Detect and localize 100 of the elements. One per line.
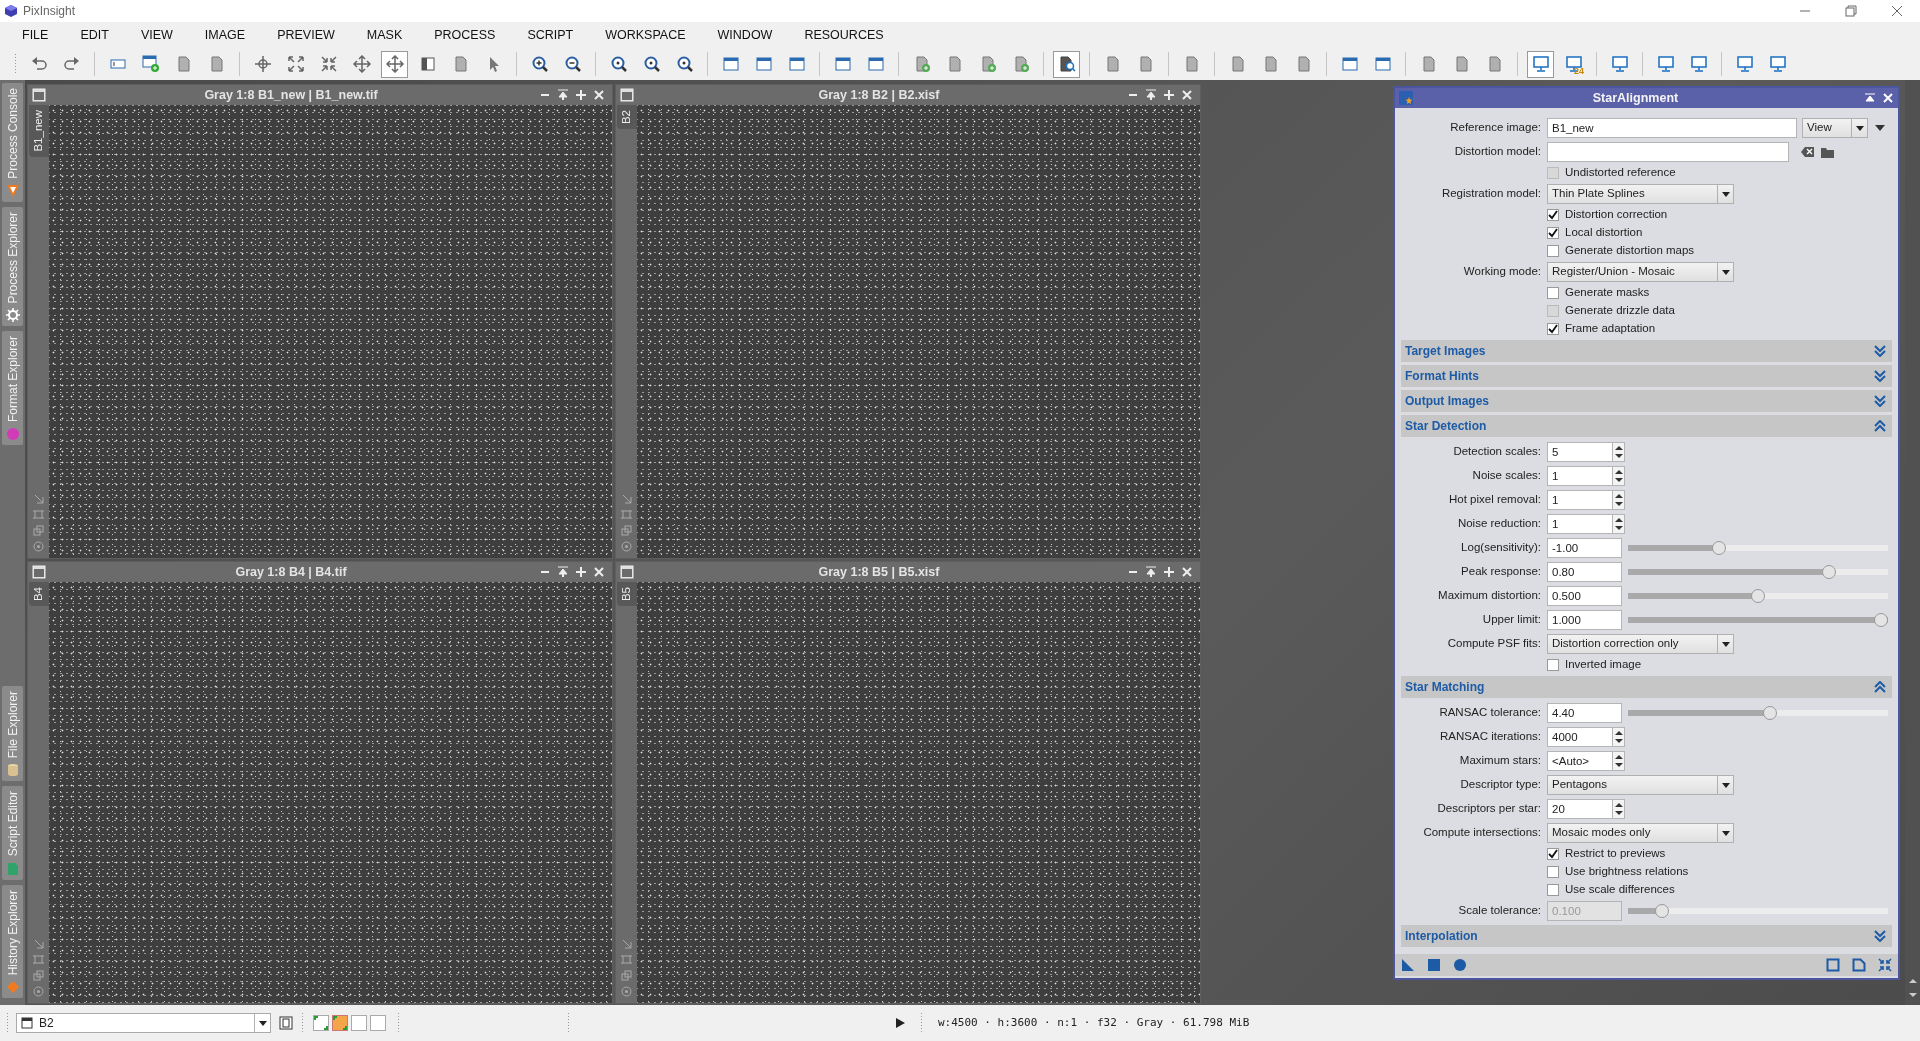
spin-field[interactable]: 20 [1547,799,1613,819]
checkmark-icon [1548,324,1558,334]
spin-field[interactable]: 1 [1547,490,1613,510]
number-field[interactable]: 0.80 [1547,562,1622,582]
checkbox[interactable] [1547,245,1559,257]
dropdown[interactable]: Pentagons [1547,775,1734,795]
number-field[interactable]: 1.000 [1547,610,1622,630]
menu-item[interactable]: VIEW [124,23,189,47]
checkbox-label: Local distortion [1565,225,1643,241]
spin-field[interactable]: 1 [1547,514,1613,534]
toolbar-button[interactable] [1053,50,1080,78]
view-tab[interactable]: B1_new [28,105,49,157]
spin-arrows[interactable] [1613,466,1625,486]
checkbox[interactable] [1547,866,1559,878]
menu-item[interactable]: MASK [350,23,419,47]
number-field[interactable]: 0.500 [1547,586,1622,606]
menu-item[interactable]: WINDOW [701,23,789,47]
checkbox[interactable] [1547,227,1559,239]
plus-icon [1163,89,1175,101]
window-stack-icon [279,1016,293,1030]
plus-icon [575,566,587,578]
section-header[interactable]: Interpolation [1401,925,1892,947]
dropdown[interactable]: Mosaic modes only [1547,823,1734,843]
dropdown[interactable]: Register/Union - Mosaic [1547,262,1734,282]
spin-arrows[interactable] [1613,514,1625,534]
close-button[interactable] [1882,92,1894,104]
text-field[interactable]: B1_new [1547,118,1797,138]
dropdown[interactable]: Distortion correction only [1547,634,1734,654]
menu-item[interactable]: FILE [6,23,65,47]
section-header[interactable]: Format Hints [1401,365,1892,387]
toolbar-button[interactable] [279,1016,293,1030]
view-tab[interactable]: B5 [616,582,637,607]
checkbox[interactable] [1547,209,1559,221]
apply-button[interactable] [1427,958,1441,972]
section-header[interactable]: Star Detection [1401,415,1892,437]
slider-thumb[interactable] [1763,706,1778,720]
menu-item[interactable]: WORKSPACE [589,23,702,47]
checkbox[interactable] [1547,848,1559,860]
checkbox[interactable] [1547,287,1559,299]
new-instance-button[interactable] [1401,958,1415,972]
mode-button[interactable] [313,1015,329,1031]
dropdown[interactable]: View [1802,118,1868,138]
play-button[interactable] [895,1017,906,1029]
spin-arrows[interactable] [1613,442,1625,462]
copy-icon [33,970,44,981]
toolbar-button[interactable] [1826,958,1840,972]
view-tab[interactable]: B4 [28,582,49,607]
up-down-arrows-icon [1613,802,1624,816]
menu-item[interactable]: EDIT [64,23,125,47]
menu-item[interactable]: PROCESS [418,23,512,47]
clear-button[interactable] [1801,146,1815,158]
toolbar-button[interactable] [381,50,408,78]
text-field[interactable] [1547,142,1789,162]
field-label: Log(sensitivity): [1460,540,1542,556]
menu-item[interactable]: RESOURCES [788,23,900,47]
slider-thumb[interactable] [1711,541,1726,555]
toolbar-button[interactable] [1852,958,1866,972]
number-field[interactable]: -1.00 [1547,538,1622,558]
expand-arrows-icon [286,55,305,73]
cylinder-icon [5,763,20,778]
zoom-in-icon [530,55,549,73]
dropdown[interactable]: Thin Plate Splines [1547,184,1734,204]
window-icon [787,55,806,73]
menu-item[interactable]: PREVIEW [261,23,351,47]
field-label: Reference image: [1449,120,1542,136]
section-header[interactable]: Star Matching [1401,676,1892,698]
mode-button[interactable] [351,1015,367,1031]
menu-item[interactable]: IMAGE [188,23,262,47]
mode-button[interactable] [370,1015,386,1031]
spin-arrows[interactable] [1613,490,1625,510]
slider-thumb[interactable] [1751,589,1765,603]
slider-thumb[interactable] [1822,565,1837,579]
open-button[interactable] [1821,146,1834,158]
menu-button[interactable] [1874,123,1886,133]
apply-global-button[interactable] [1453,958,1467,972]
section-header[interactable]: Target Images [1401,340,1892,362]
spin-field[interactable]: 1 [1547,466,1613,486]
magnifier-icon [642,55,661,73]
checkbox[interactable] [1547,659,1559,671]
view-selector[interactable]: B2 [16,1013,271,1033]
frame-icon [621,954,632,965]
toolbar-button[interactable] [1878,958,1892,972]
half-square-icon [418,55,437,73]
checkbox[interactable] [1547,884,1559,896]
slider-thumb[interactable] [1874,613,1888,627]
monitor-icon [1564,55,1583,73]
spin-arrows[interactable] [1613,727,1625,747]
shade-button[interactable] [1864,93,1876,103]
spin-field[interactable]: 5 [1547,442,1613,462]
section-header[interactable]: Output Images [1401,390,1892,412]
spin-arrows[interactable] [1613,751,1625,771]
spin-field[interactable]: 4000 [1547,727,1613,747]
view-tab[interactable]: B2 [616,105,637,130]
checkbox[interactable] [1547,323,1559,335]
arrow-icon [621,938,632,949]
menu-item[interactable]: SCRIPT [511,23,590,47]
number-field[interactable]: 4.40 [1547,703,1622,723]
checkbox-label: Undistorted reference [1565,165,1676,181]
spin-arrows[interactable] [1613,799,1625,819]
spin-field[interactable]: <Auto> [1547,751,1613,771]
